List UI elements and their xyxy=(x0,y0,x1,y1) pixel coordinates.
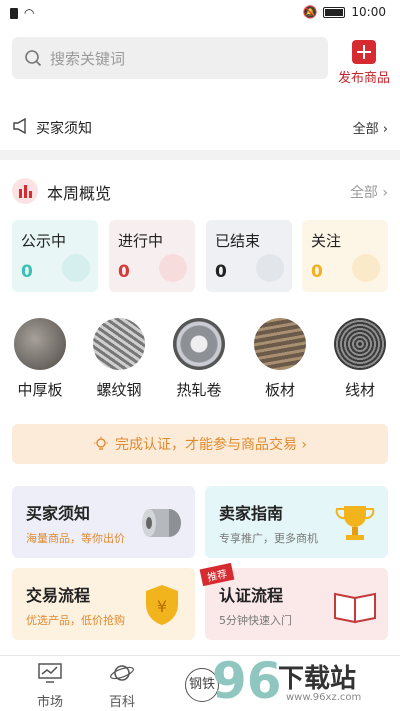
tile-trade-process[interactable]: 交易流程 优选产品，低价抢购 ¥ xyxy=(12,568,195,640)
open-book-icon xyxy=(334,592,376,624)
category-rebar[interactable]: 螺纹钢 xyxy=(84,318,154,400)
coil-image xyxy=(173,318,225,370)
certification-text: 完成认证，才能参与商品交易 › xyxy=(114,437,308,453)
sim-icon xyxy=(10,7,18,19)
tab-market[interactable]: 市场 xyxy=(20,662,80,710)
category-sheet[interactable]: 板材 xyxy=(245,318,315,400)
stat-value: 0 xyxy=(118,262,130,282)
svg-text:96: 96 xyxy=(212,652,280,706)
stat-label: 公示中 xyxy=(21,232,67,250)
mute-icon: 🔕 xyxy=(302,5,318,19)
stat-card-follow[interactable]: 关注 0 xyxy=(302,220,388,292)
clock-icon xyxy=(159,254,187,282)
lightbulb-icon xyxy=(93,436,108,450)
stat-card-public[interactable]: 公示中 0 xyxy=(12,220,98,292)
target-icon xyxy=(352,254,380,282)
category-hot-rolled[interactable]: 热轧卷 xyxy=(164,318,234,400)
shield-yen-icon: ¥ xyxy=(146,585,178,625)
tile-buyer-notice[interactable]: 买家须知 海量商品，等你出价 xyxy=(12,486,195,558)
category-label: 线材 xyxy=(344,381,375,399)
search-placeholder: 搜索关键词 xyxy=(50,49,126,68)
category-row: 中厚板 螺纹钢 热轧卷 板材 线材 xyxy=(0,318,400,408)
planet-icon xyxy=(110,665,134,681)
watermark-url: www.96xz.com xyxy=(286,692,362,703)
search-row: 搜索关键词 发布商品 xyxy=(0,30,400,90)
clock: 10:00 xyxy=(351,5,386,19)
stat-card-ended[interactable]: 已结束 0 xyxy=(206,220,292,292)
watermark-brand: 下载站 xyxy=(278,664,357,694)
svg-text:¥: ¥ xyxy=(157,597,167,616)
search-input[interactable]: 搜索关键词 xyxy=(12,37,328,79)
week-overview-header: 本周概览 全部 › xyxy=(0,170,400,210)
watermark: 96 下载站 www.96xz.com xyxy=(212,652,392,708)
category-label: 螺纹钢 xyxy=(96,381,142,399)
stat-label: 关注 xyxy=(311,232,342,250)
tile-seller-guide[interactable]: 卖家指南 专享推广，更多商机 xyxy=(205,486,388,558)
scale-icon xyxy=(62,254,90,282)
tile-cert-process[interactable]: 推荐 认证流程 5分钟快速入门 xyxy=(199,562,388,640)
buyer-notice-row[interactable]: 买家须知 全部 › xyxy=(0,106,400,146)
stat-card-ongoing[interactable]: 进行中 0 xyxy=(109,220,195,292)
week-more-link[interactable]: 全部 › xyxy=(350,182,388,202)
category-label: 中厚板 xyxy=(17,381,63,399)
plus-icon xyxy=(352,40,376,64)
monitor-chart-icon xyxy=(38,663,62,683)
sheet-image xyxy=(254,318,306,370)
watermark-logo: 96 xyxy=(212,652,280,706)
finish-icon xyxy=(256,254,284,282)
category-wire[interactable]: 线材 xyxy=(325,318,395,400)
rebar-image xyxy=(93,318,145,370)
stat-value: 0 xyxy=(311,262,323,282)
wire-image xyxy=(334,318,386,370)
stats-cards: 公示中 0 进行中 0 已结束 0 关注 0 xyxy=(0,220,400,294)
bar-chart-icon xyxy=(12,178,38,204)
stat-label: 进行中 xyxy=(118,232,164,250)
wifi-icon: ◠ xyxy=(24,6,35,20)
week-title: 本周概览 xyxy=(47,184,112,203)
publish-label: 发布商品 xyxy=(337,71,390,86)
stat-value: 0 xyxy=(21,262,33,282)
trophy-icon xyxy=(335,506,375,540)
publish-button[interactable]: 发布商品 xyxy=(334,40,394,86)
battery-icon xyxy=(323,6,346,18)
section-divider xyxy=(0,150,400,160)
tab-label: 百科 xyxy=(108,695,135,710)
tab-wiki[interactable]: 百科 xyxy=(92,662,152,710)
steel-coil-icon xyxy=(142,509,181,537)
certification-banner[interactable]: 完成认证，才能参与商品交易 › xyxy=(12,424,388,464)
plate-image xyxy=(14,318,66,370)
search-icon xyxy=(25,50,42,67)
stat-value: 0 xyxy=(215,262,227,282)
notice-title: 买家须知 xyxy=(36,121,92,137)
tab-label: 市场 xyxy=(36,695,63,710)
status-bar: ◠ 🔕 10:00 xyxy=(0,0,400,26)
category-label: 热轧卷 xyxy=(176,381,222,399)
stat-label: 已结束 xyxy=(215,232,261,250)
category-plate[interactable]: 中厚板 xyxy=(5,318,75,400)
megaphone-icon xyxy=(13,118,26,134)
notice-more-link[interactable]: 全部 › xyxy=(353,118,388,137)
category-label: 板材 xyxy=(264,381,295,399)
